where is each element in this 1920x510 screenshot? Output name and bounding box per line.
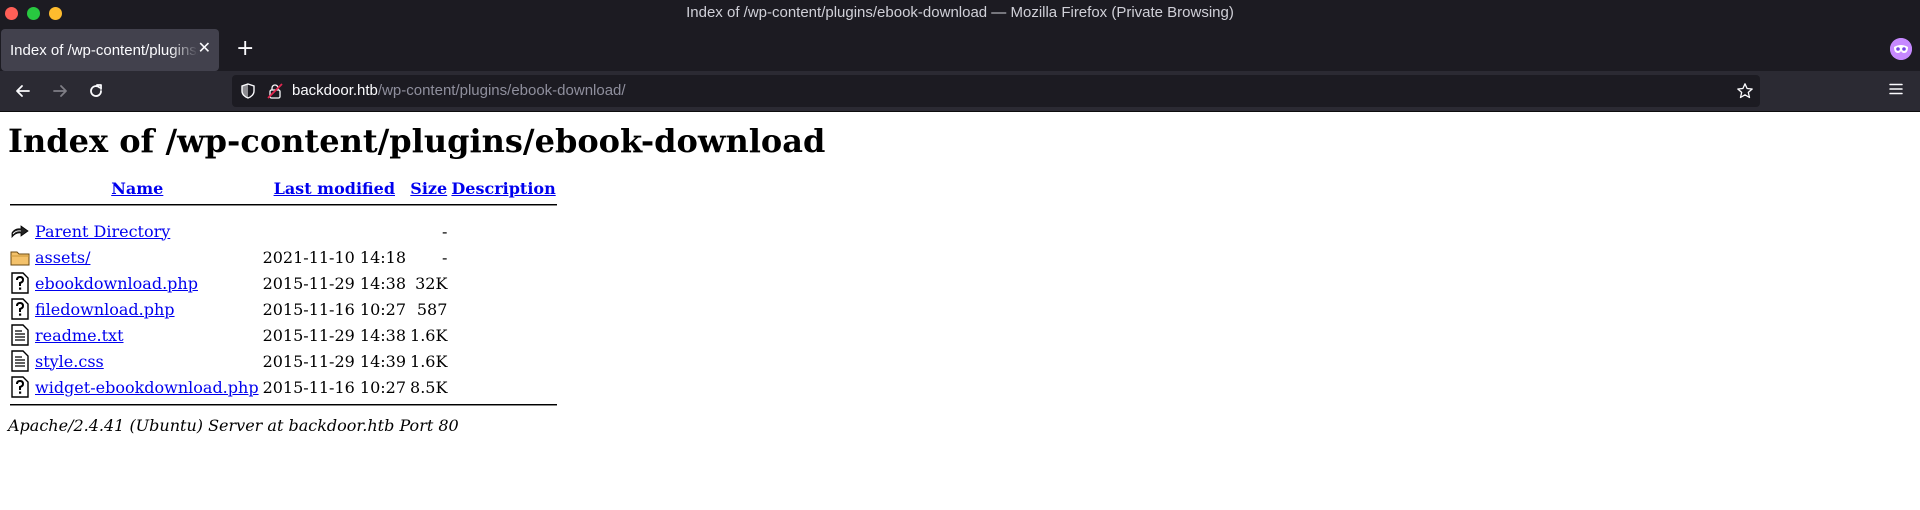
navigation-toolbar: backdoor.htb/wp-content/plugins/ebook-do… — [0, 71, 1920, 112]
modified-cell: 2015-11-29 14:38 — [262, 273, 407, 293]
description-cell — [450, 349, 556, 373]
description-cell — [450, 323, 556, 347]
back-button[interactable] — [11, 79, 35, 103]
sort-by-size-link[interactable]: Size — [410, 179, 447, 198]
private-browsing-icon — [1890, 38, 1912, 60]
window-titlebar: Index of /wp-content/plugins/ebook-downl… — [0, 0, 1920, 27]
insecure-lock-icon[interactable] — [267, 83, 283, 103]
reload-icon — [90, 84, 102, 97]
footer-divider-row — [10, 401, 557, 409]
name-cell: assets/ — [34, 245, 260, 269]
tab-active[interactable]: Index of /wp-content/plugins/ebook-downl… — [1, 29, 219, 71]
reload-button[interactable] — [84, 79, 108, 103]
name-cell: Parent Directory — [34, 219, 260, 243]
table-row: readme.txt 2015-11-29 14:38 1.6K — [10, 323, 557, 347]
header-divider-row — [10, 201, 557, 209]
unknown-file-icon — [10, 375, 32, 399]
last-modified-header: Last modified — [262, 178, 407, 199]
page-title: Index of /wp-content/plugins/ebook-downl… — [8, 122, 826, 160]
table-row: ebookdownload.php 2015-11-29 14:38 32K — [10, 271, 557, 295]
icon-header — [10, 178, 32, 199]
table-row: Parent Directory - — [10, 219, 557, 243]
table-header-row: Name Last modified Size Description — [10, 178, 557, 199]
file-link[interactable]: Parent Directory — [35, 222, 170, 241]
file-link[interactable]: readme.txt — [35, 326, 124, 345]
name-cell: widget-ebookdownload.php — [34, 375, 260, 399]
name-cell: readme.txt — [34, 323, 260, 347]
name-cell: ebookdownload.php — [34, 271, 260, 295]
listing-body: Parent Directory - assets/2021-11-10 14:18… — [10, 211, 557, 399]
tab-close-icon[interactable]: ✕ — [198, 39, 211, 59]
file-link[interactable]: ebookdownload.php — [35, 274, 198, 293]
bookmark-star-icon[interactable] — [1736, 82, 1754, 104]
tab-label: Index of /wp-content/plugins/ebook-downl… — [10, 41, 198, 59]
file-link[interactable]: style.css — [35, 352, 104, 371]
arrow-right-icon — [53, 85, 67, 97]
file-link[interactable]: widget-ebookdownload.php — [35, 378, 259, 397]
description-cell — [450, 375, 556, 399]
size-cell: - — [442, 247, 448, 267]
size-cell: - — [442, 221, 448, 241]
description-cell — [450, 271, 556, 295]
text-file-icon — [10, 349, 32, 373]
page-content: Index of /wp-content/plugins/ebook-downl… — [0, 112, 1920, 435]
unknown-file-icon — [10, 271, 32, 295]
table-row: style.css 2015-11-29 14:39 1.6K — [10, 349, 557, 373]
modified-cell: 2015-11-16 10:27 — [262, 299, 407, 319]
name-cell: filedownload.php — [34, 297, 260, 321]
divider — [10, 204, 557, 206]
size-cell: 587 — [416, 299, 448, 319]
server-signature: Apache/2.4.41 (Ubuntu) Server at backdoo… — [8, 416, 459, 435]
directory-listing-table: Name Last modified Size Description Pare… — [8, 176, 559, 411]
sort-by-modified-link[interactable]: Last modified — [274, 179, 395, 198]
sort-by-name-link[interactable]: Name — [111, 179, 163, 198]
window-title: Index of /wp-content/plugins/ebook-downl… — [686, 4, 1234, 21]
modified-cell — [262, 219, 407, 243]
description-cell — [450, 219, 556, 243]
description-header: Description — [450, 178, 556, 199]
divider — [10, 404, 557, 406]
size-cell: 1.6K — [410, 351, 448, 371]
size-cell: 1.6K — [410, 325, 448, 345]
spacer-row — [10, 211, 557, 217]
file-link[interactable]: filedownload.php — [35, 300, 175, 319]
modified-cell: 2015-11-16 10:27 — [262, 377, 407, 397]
name-header: Name — [34, 178, 260, 199]
size-cell: 32K — [415, 273, 448, 293]
url-path: /wp-content/plugins/ebook-download/ — [377, 82, 626, 99]
table-row: filedownload.php 2015-11-16 10:27 587 — [10, 297, 557, 321]
modified-cell: 2021-11-10 14:18 — [262, 247, 407, 267]
name-cell: style.css — [34, 349, 260, 373]
address-bar[interactable]: backdoor.htb/wp-content/plugins/ebook-do… — [232, 75, 1760, 107]
table-row: widget-ebookdownload.php 2015-11-16 10:27… — [10, 375, 557, 399]
table-row: assets/2021-11-10 14:18 - — [10, 245, 557, 269]
size-cell: 8.5K — [410, 377, 448, 397]
modified-cell: 2015-11-29 14:39 — [262, 351, 407, 371]
tab-bar: Index of /wp-content/plugins/ebook-downl… — [0, 27, 1920, 71]
modified-cell: 2015-11-29 14:38 — [262, 325, 407, 345]
sort-by-description-link[interactable]: Description — [451, 179, 555, 198]
unknown-file-icon — [10, 297, 32, 321]
file-link[interactable]: assets/ — [35, 248, 90, 267]
description-cell — [450, 245, 556, 269]
size-header: Size — [409, 178, 448, 199]
arrow-left-icon — [16, 85, 30, 97]
forward-button[interactable] — [48, 79, 72, 103]
text-file-icon — [10, 323, 32, 347]
description-cell — [450, 297, 556, 321]
url-host: backdoor.htb — [292, 82, 378, 99]
back-icon — [10, 219, 32, 243]
folder-icon — [10, 245, 32, 269]
url-text[interactable]: backdoor.htb/wp-content/plugins/ebook-do… — [292, 82, 626, 99]
shield-icon[interactable] — [240, 83, 256, 103]
new-tab-button[interactable]: + — [236, 37, 254, 61]
hamburger-menu-icon[interactable] — [1888, 81, 1904, 101]
